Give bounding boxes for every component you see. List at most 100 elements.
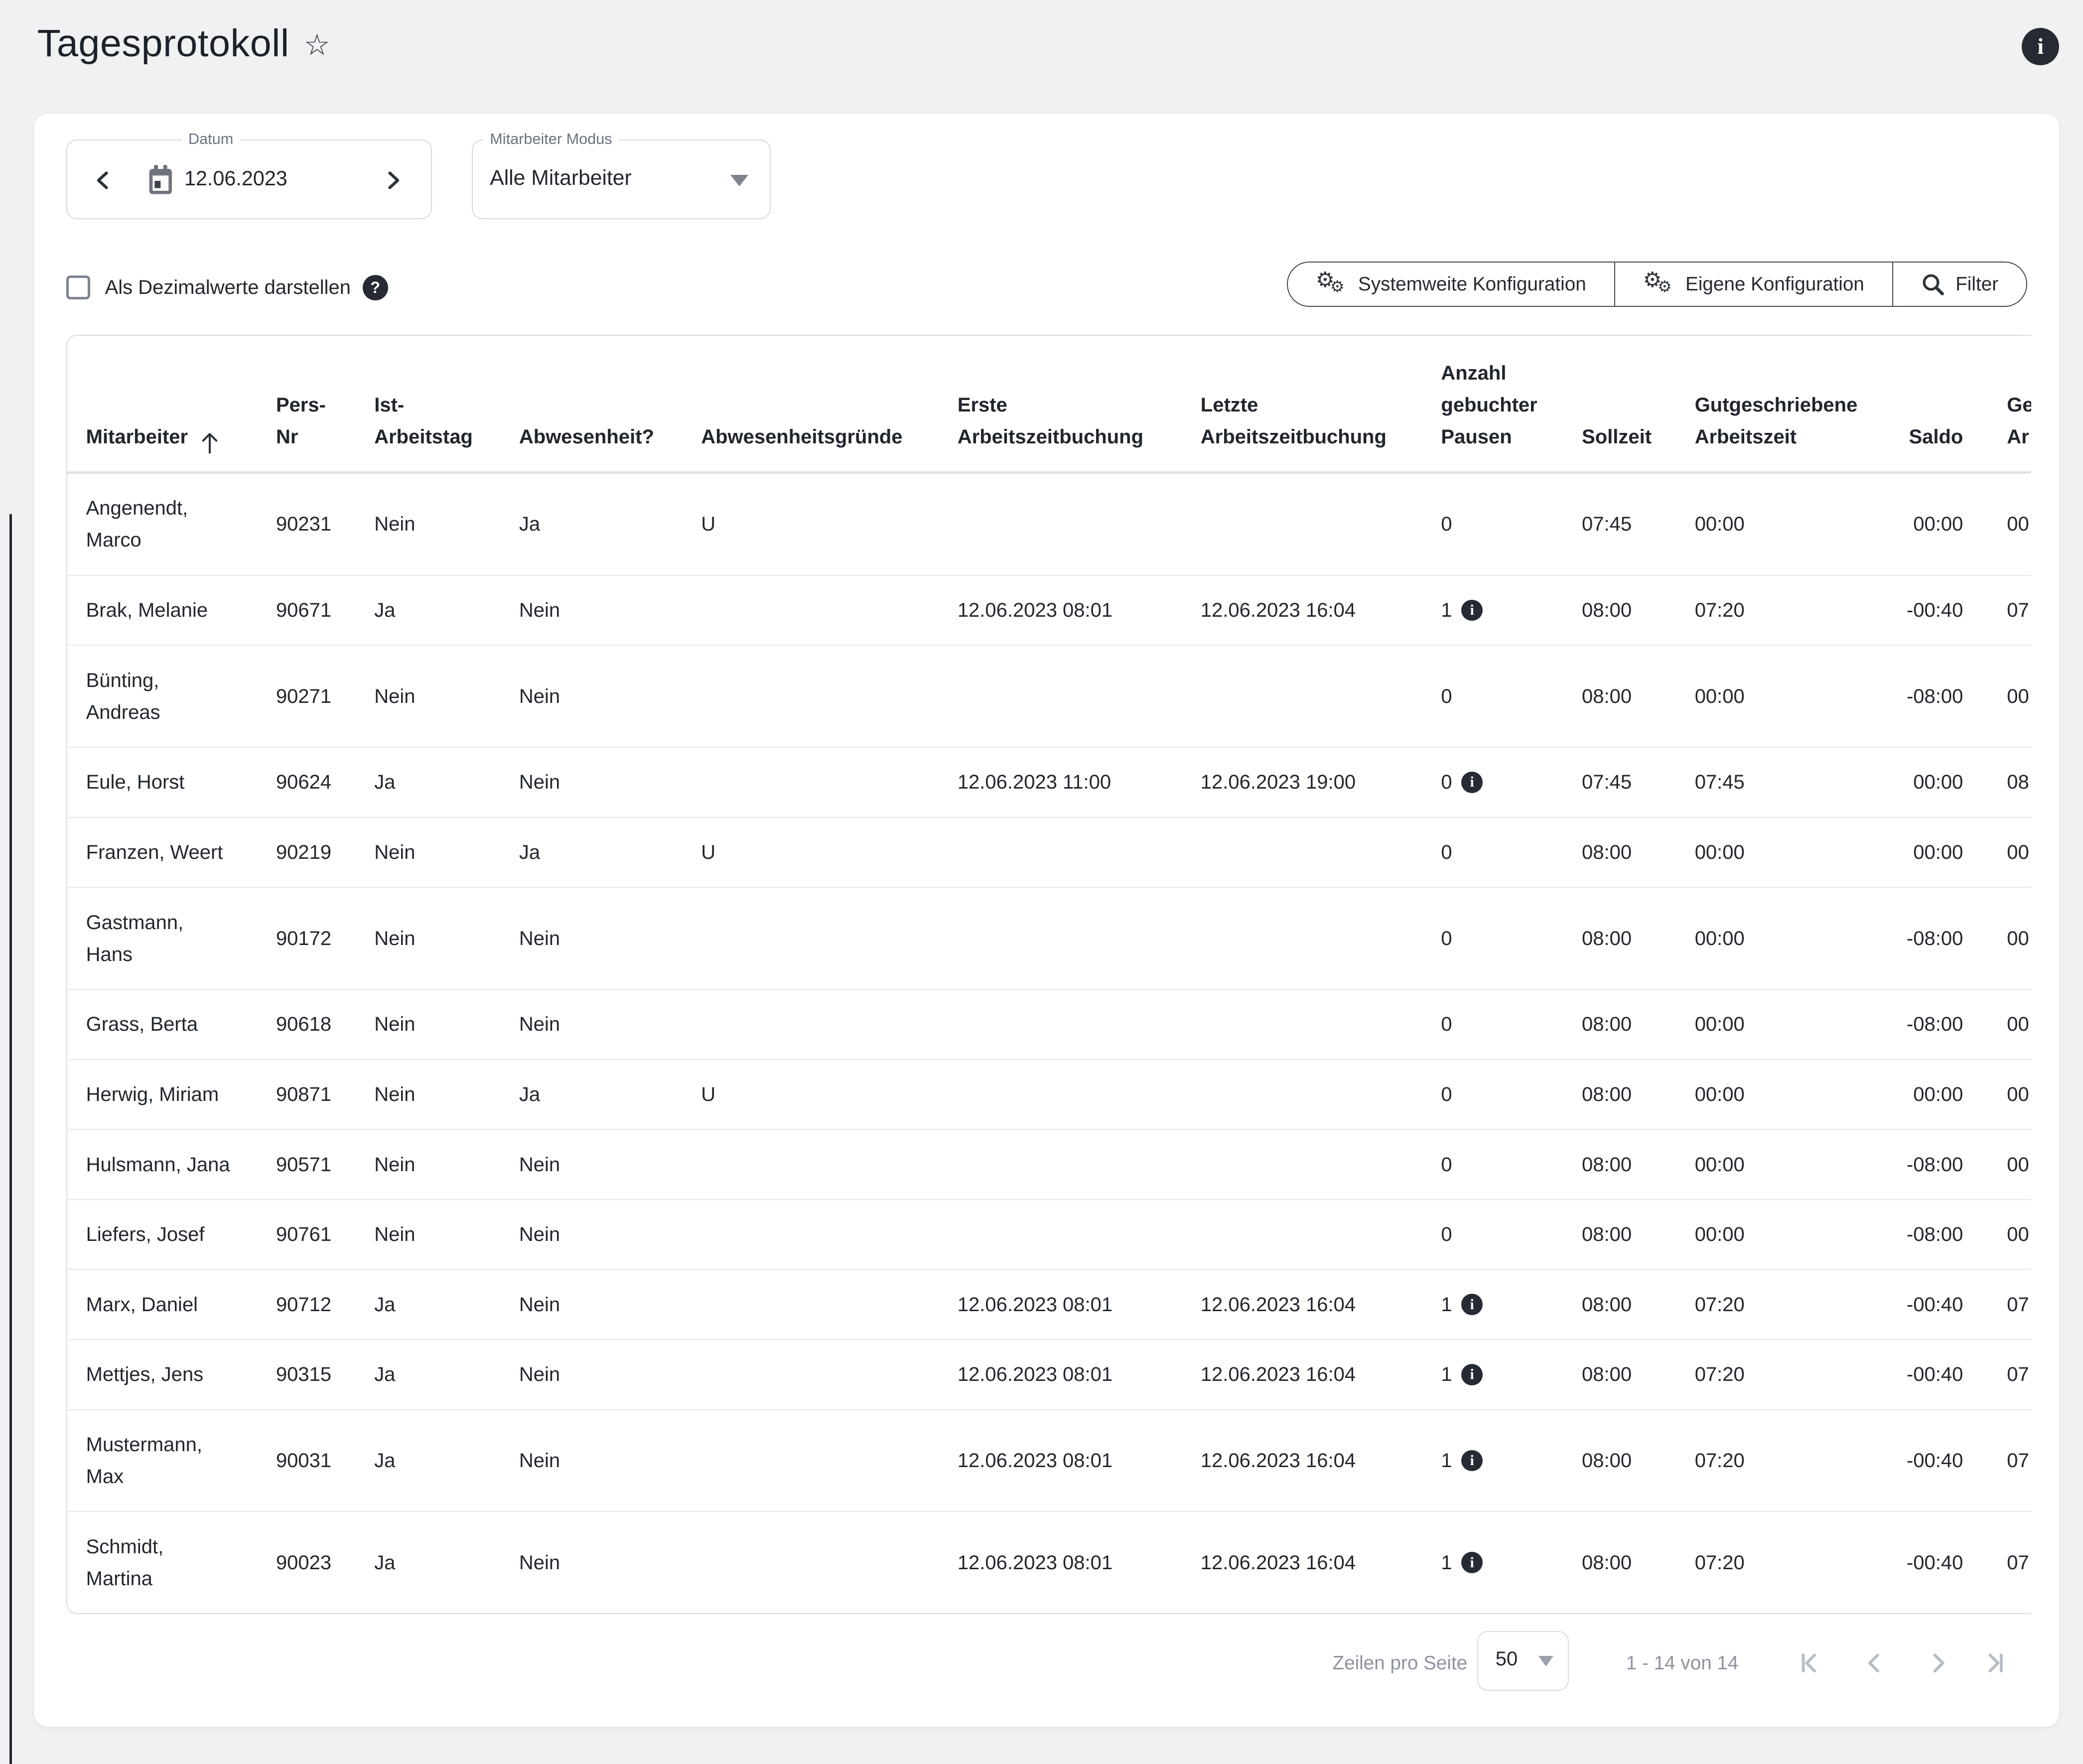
cell-erste: 12.06.2023 08:01: [939, 575, 1182, 646]
cell-pers: 90624: [258, 747, 356, 817]
cell-letzte: [1182, 472, 1422, 575]
cell-saldo: -00:40: [1861, 1410, 1963, 1512]
cell-gruende: [683, 1200, 939, 1270]
cell-gut: 07:20: [1676, 575, 1861, 646]
cell-pausen: 0: [1422, 989, 1563, 1060]
column-header-ist[interactable]: Ist- Arbeitstag: [356, 336, 501, 472]
employee-mode-value: Alle Mitarbeiter: [490, 166, 631, 190]
column-header-letzte[interactable]: Letzte Arbeitszeitbuchung: [1182, 336, 1422, 472]
column-header-erste[interactable]: Erste Arbeitszeitbuchung: [939, 336, 1182, 472]
daily-log-table: MitarbeiterPers- NrIst- ArbeitstagAbwese…: [67, 336, 2031, 1613]
cell-pausen: 0: [1422, 1129, 1563, 1200]
employee-mode-select[interactable]: Mitarbeiter Modus Alle Mitarbeiter: [472, 139, 771, 219]
cell-soll: 08:00: [1563, 1410, 1676, 1512]
column-header-pausen[interactable]: Anzahl gebuchter Pausen: [1422, 336, 1563, 472]
cell-soll: 08:00: [1563, 1200, 1676, 1270]
cell-letzte: 12.06.2023 19:00: [1182, 747, 1422, 817]
cell-erste: [939, 887, 1182, 989]
column-header-pers[interactable]: Pers- Nr: [258, 336, 356, 472]
cell-pausen: 0: [1422, 887, 1563, 989]
cell-pers: 90219: [258, 817, 356, 888]
previous-page-icon[interactable]: [1860, 1648, 1889, 1678]
info-icon[interactable]: i: [1461, 1450, 1483, 1472]
info-icon[interactable]: i: [1461, 1552, 1483, 1573]
decimal-checkbox[interactable]: [66, 275, 90, 299]
info-icon[interactable]: i: [1461, 1294, 1483, 1315]
cell-gut: 00:00: [1676, 989, 1861, 1060]
cell-gut: 07:20: [1676, 1511, 1861, 1613]
cell-saldo: -00:40: [1861, 1269, 1963, 1340]
cell-soll: 08:00: [1563, 1129, 1676, 1200]
cell-ist: Ja: [356, 747, 501, 817]
cell-letzte: [1182, 1129, 1422, 1200]
last-page-icon[interactable]: [1979, 1648, 2009, 1678]
cell-letzte: [1182, 645, 1422, 747]
pausen-count: 0: [1441, 836, 1452, 868]
cell-pers: 90712: [258, 1269, 356, 1340]
info-icon[interactable]: i: [1461, 772, 1483, 793]
previous-day-button[interactable]: [91, 168, 115, 192]
cell-gruende: U: [683, 817, 939, 888]
column-header-gruende[interactable]: Abwesenheitsgründe: [683, 336, 939, 472]
cell-pers: 90023: [258, 1511, 356, 1613]
cell-gut: 00:00: [1676, 1129, 1861, 1200]
pausen-count: 1: [1441, 1358, 1452, 1390]
cell-erste: 12.06.2023 08:01: [939, 1511, 1182, 1613]
cell-cut: 07: [1963, 1511, 2031, 1613]
table-header-row: MitarbeiterPers- NrIst- ArbeitstagAbwese…: [67, 336, 2031, 472]
cell-cut: 00: [1963, 1129, 2031, 1200]
cell-cut: 00: [1963, 817, 2031, 888]
system-config-button[interactable]: ⚙⚙ Systemweite Konfiguration: [1288, 263, 1615, 306]
content-card: Datum 12.06.2023 Mitarbeiter Modus Alle …: [34, 114, 2059, 1727]
next-page-icon[interactable]: [1924, 1648, 1953, 1678]
page-info-icon[interactable]: i: [2022, 28, 2059, 65]
column-header-name[interactable]: Mitarbeiter: [67, 336, 257, 472]
cell-name: Liefers, Josef: [67, 1200, 257, 1270]
cell-name: Mettjes, Jens: [67, 1340, 257, 1410]
rows-per-page-value: 50: [1496, 1648, 1518, 1670]
column-header-soll[interactable]: Sollzeit: [1563, 336, 1676, 472]
cell-gruende: U: [683, 472, 939, 575]
date-value[interactable]: 12.06.2023: [184, 167, 287, 190]
cell-abw: Nein: [501, 1511, 683, 1613]
daily-log-table-container[interactable]: MitarbeiterPers- NrIst- ArbeitstagAbwese…: [66, 335, 2031, 1614]
cell-abw: Nein: [501, 1200, 683, 1270]
cell-erste: 12.06.2023 08:01: [939, 1340, 1182, 1410]
column-header-cut[interactable]: Ge Ar: [1963, 336, 2031, 472]
info-icon[interactable]: i: [1461, 600, 1483, 621]
cell-cut: 00: [1963, 472, 2031, 575]
cell-erste: [939, 817, 1182, 888]
cell-letzte: 12.06.2023 16:04: [1182, 1269, 1422, 1340]
cell-gut: 07:20: [1676, 1340, 1861, 1410]
cell-cut: 07: [1963, 1410, 2031, 1512]
next-day-button[interactable]: [381, 168, 405, 192]
cell-erste: [939, 1060, 1182, 1130]
info-icon[interactable]: i: [1461, 1364, 1483, 1385]
column-header-gut[interactable]: Gutgeschriebene Arbeitszeit: [1676, 336, 1861, 472]
cell-gruende: [683, 989, 939, 1060]
pausen-count: 0: [1441, 1149, 1452, 1181]
cell-gruende: [683, 645, 939, 747]
pausen-count: 0: [1441, 680, 1452, 712]
cell-erste: [939, 989, 1182, 1060]
column-header-abw[interactable]: Abwesenheit?: [501, 336, 683, 472]
filter-button[interactable]: Filter: [1893, 263, 2026, 306]
cell-soll: 08:00: [1563, 1060, 1676, 1130]
rows-per-page-select[interactable]: 50: [1477, 1631, 1569, 1691]
help-icon[interactable]: ?: [363, 275, 388, 300]
table-row: Eule, Horst90624JaNein12.06.2023 11:0012…: [67, 747, 2031, 817]
cell-cut: 07: [1963, 1269, 2031, 1340]
favorite-star-icon[interactable]: ☆: [304, 28, 330, 62]
decimal-checkbox-label: Als Dezimalwerte darstellen: [105, 276, 351, 299]
cell-abw: Nein: [501, 887, 683, 989]
first-page-icon[interactable]: [1796, 1648, 1825, 1678]
cell-ist: Nein: [356, 472, 501, 575]
own-config-button[interactable]: ⚙⚙ Eigene Konfiguration: [1615, 263, 1893, 306]
column-header-saldo[interactable]: Saldo: [1861, 336, 1963, 472]
cell-pers: 90671: [258, 575, 356, 646]
cell-cut: 07: [1963, 575, 2031, 646]
table-row: Brak, Melanie90671JaNein12.06.2023 08:01…: [67, 575, 2031, 646]
cell-gruende: [683, 1129, 939, 1200]
decimal-option-row: Als Dezimalwerte darstellen ?: [66, 275, 388, 300]
cell-gruende: [683, 1340, 939, 1410]
